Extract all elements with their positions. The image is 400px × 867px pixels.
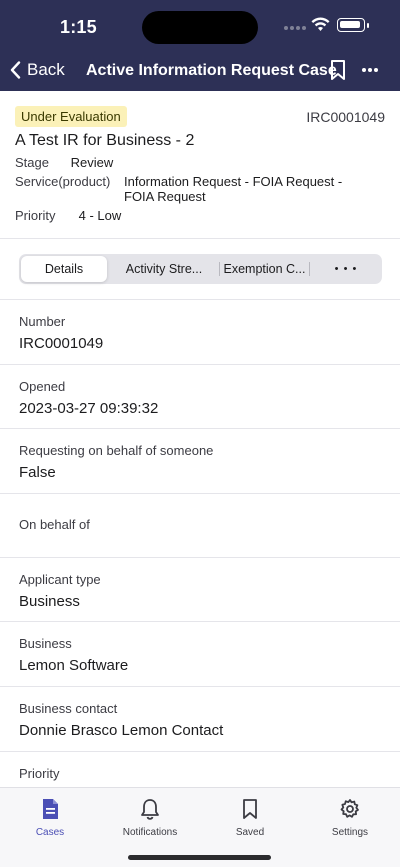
field-label: Priority [19, 766, 60, 781]
service-label: Service(product) [15, 174, 111, 189]
tab-more[interactable]: • • • [310, 254, 382, 284]
cases-icon [43, 799, 58, 819]
bookmark-button[interactable] [330, 59, 346, 86]
service-value: Information Request - FOIA Request - FOI… [124, 174, 343, 204]
tab-settings[interactable]: Settings [305, 798, 395, 838]
tab-cases[interactable]: Cases [5, 798, 95, 838]
wifi-icon [311, 17, 330, 31]
case-title: A Test IR for Business - 2 [15, 132, 195, 149]
stage-label: Stage [15, 155, 49, 170]
gear-icon [340, 799, 359, 818]
more-horizontal-icon [362, 68, 378, 72]
tab-label: Cases [35, 827, 65, 838]
field-value: 2023-03-27 09:39:32 [19, 400, 159, 417]
tab-notifications[interactable]: Notifications [105, 798, 195, 838]
tab-label: Settings [331, 827, 369, 838]
status-badge: Under Evaluation [15, 106, 127, 127]
tab-label: Notifications [122, 827, 178, 838]
field-opened: Opened 2023-03-27 09:39:32 [0, 365, 400, 429]
case-summary: Under Evaluation IRC0001049 A Test IR fo… [0, 91, 400, 239]
field-applicant-type: Applicant type Business [0, 558, 400, 622]
bookmark-icon [331, 60, 345, 80]
tab-saved[interactable]: Saved [205, 798, 295, 838]
field-number: Number IRC0001049 [0, 300, 400, 365]
priority-row: Priority 4 - Low [15, 208, 121, 223]
field-label: Requesting on behalf of someone [19, 443, 214, 458]
status-time: 1:15 [60, 17, 97, 37]
field-label: Applicant type [19, 572, 101, 587]
tab-label: Saved [235, 827, 265, 838]
field-label: Number [19, 314, 66, 329]
field-value: Business [19, 593, 80, 610]
field-business-contact: Business contact Donnie Brasco Lemon Con… [0, 687, 400, 752]
tab-details[interactable]: Details [21, 256, 107, 282]
field-value: Lemon Software [19, 657, 129, 674]
field-value: Donnie Brasco Lemon Contact [19, 722, 224, 739]
field-value: IRC0001049 [19, 335, 104, 352]
navigation-bar: Back Active Information Request Case [0, 50, 400, 91]
bookmark-icon [243, 799, 257, 819]
field-label: On behalf of [19, 517, 90, 532]
priority-value: 4 - Low [78, 208, 122, 223]
stage-value: Review [70, 155, 114, 170]
field-on-behalf-of: On behalf of [0, 494, 400, 558]
field-priority: Priority [0, 752, 400, 792]
field-label: Business [19, 636, 72, 651]
back-button[interactable]: Back [10, 60, 65, 80]
more-options-button[interactable] [361, 59, 379, 86]
back-label: Back [27, 60, 65, 79]
field-requesting-on-behalf: Requesting on behalf of someone False [0, 429, 400, 494]
chevron-left-icon [10, 61, 21, 79]
tab-bar: Details Activity Stre... Exemption C... … [19, 254, 382, 284]
stage-row: Stage Review [15, 155, 113, 170]
field-value: False [19, 464, 56, 481]
priority-label: Priority [15, 208, 56, 223]
status-bar: 1:15 [0, 0, 400, 50]
service-row: Service(product) Information Request - F… [15, 174, 374, 204]
home-indicator [128, 855, 271, 860]
case-number: IRC0001049 [306, 109, 385, 125]
field-business: Business Lemon Software [0, 622, 400, 687]
battery-icon [337, 18, 369, 32]
page-title: Active Information Request Case [86, 62, 337, 79]
tab-activity-stream[interactable]: Activity Stre... [110, 254, 218, 284]
field-label: Opened [19, 379, 66, 394]
tab-exemption[interactable]: Exemption C... [220, 254, 309, 284]
dynamic-island [142, 11, 258, 44]
app-header: 1:15 Back Active Information Request Cas… [0, 0, 400, 91]
bell-icon [141, 799, 159, 820]
cellular-signal-icon [284, 26, 306, 31]
field-label: Business contact [19, 701, 118, 716]
